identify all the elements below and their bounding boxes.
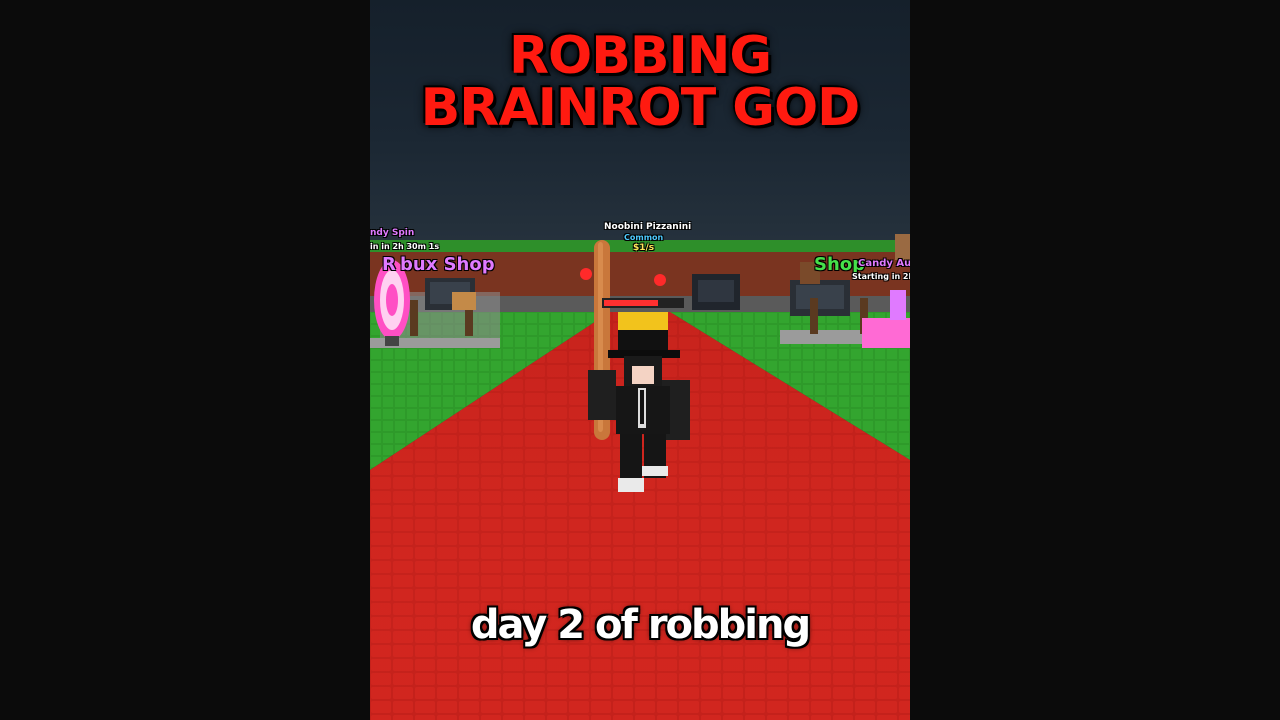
pet-rarity-label: Common: [624, 233, 664, 242]
candy-spin-timer: in in 2h 30m 1s: [370, 242, 440, 251]
pet-name-label: Noobini Pizzanini: [604, 222, 692, 232]
video-title-line1: ROBBING: [508, 26, 772, 86]
robux-shop-prefix: R: [382, 254, 396, 275]
video-title-line2: BRAINROT GOD: [420, 78, 861, 138]
video-caption: day 2 of robbing: [470, 602, 811, 648]
candy-auction-timer: Starting in 2h: [852, 272, 910, 281]
pet-rate-label: $1/s: [633, 243, 655, 253]
candy-auction-label: Candy Au: [858, 258, 910, 269]
game-viewport[interactable]: ROBBING BRAINROT GOD ndy Spin in in 2h 3…: [370, 0, 910, 720]
right-letterbox: [910, 0, 1280, 720]
candy-auction-table: [862, 318, 910, 348]
robux-shop-label: bux Shop: [400, 254, 495, 275]
left-letterbox: [0, 0, 370, 720]
candy-spin-label: ndy Spin: [370, 228, 415, 238]
